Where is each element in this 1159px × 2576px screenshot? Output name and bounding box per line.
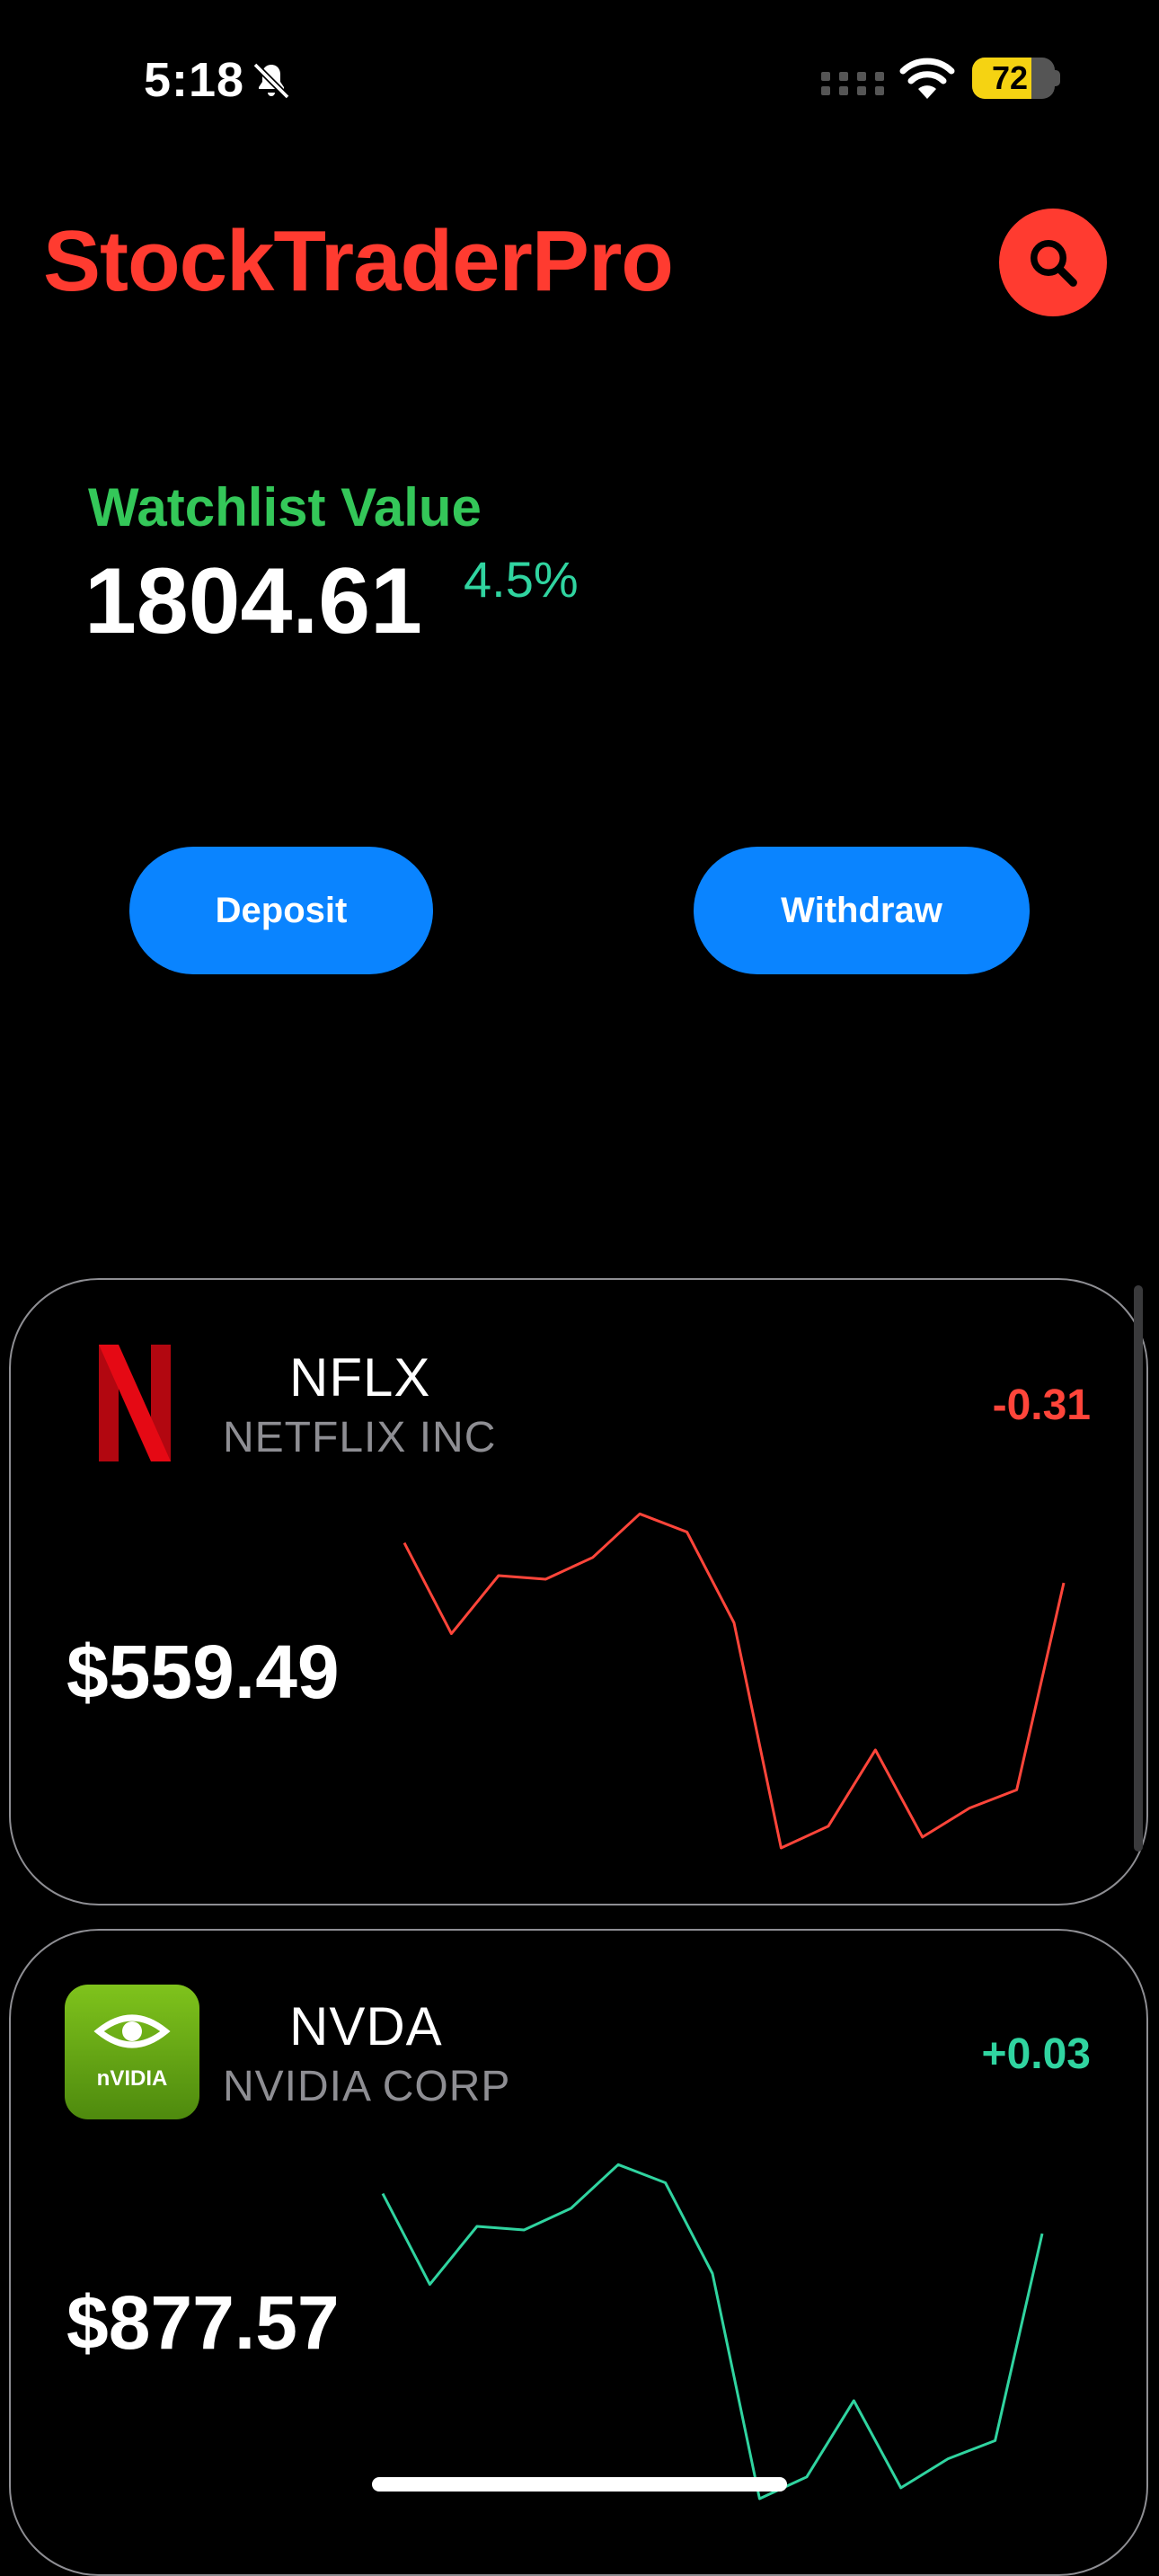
nvidia-logo-icon: nVIDIA [65,1985,199,2119]
stock-ticker: NFLX [289,1347,431,1408]
watchlist-label: Watchlist Value [88,477,482,537]
app-title: StockTraderPro [43,213,674,309]
battery-nub [1053,70,1060,86]
stock-change: +0.03 [981,2030,1091,2078]
status-time: 5:18 [144,53,245,107]
battery-icon: 72 [972,58,1055,99]
search-icon [1031,240,1077,287]
deposit-button[interactable]: Deposit [129,847,433,974]
withdraw-button[interactable]: Withdraw [694,847,1030,974]
watchlist-value: 1804.61 [84,549,422,653]
stock-card-nflx[interactable]: NFLX NETFLIX INC -0.31 $559.49 [9,1278,1148,1905]
stock-sparkline [381,2163,1044,2500]
svg-text:nVIDIA: nVIDIA [97,2066,168,2091]
home-indicator[interactable] [372,2477,787,2492]
netflix-logo-icon [99,1345,171,1461]
bell-slash-icon [252,62,290,100]
sparkline-path [403,1512,1066,1850]
battery-percentage: 72 [991,59,1029,96]
stock-company: NETFLIX INC [223,1414,497,1461]
stock-ticker: NVDA [289,1996,443,2056]
stock-price: $877.57 [66,2280,340,2365]
scroll-indicator[interactable] [1134,1285,1143,1852]
cellular-icon [821,72,884,95]
wifi-icon [899,58,955,99]
search-button[interactable] [999,209,1107,316]
watchlist-change: 4.5% [464,551,579,608]
sparkline-path [381,2163,1044,2500]
stock-company: NVIDIA CORP [223,2063,511,2110]
stock-change: -0.31 [992,1381,1091,1429]
stock-sparkline [403,1512,1066,1850]
stock-price: $559.49 [66,1630,340,1714]
